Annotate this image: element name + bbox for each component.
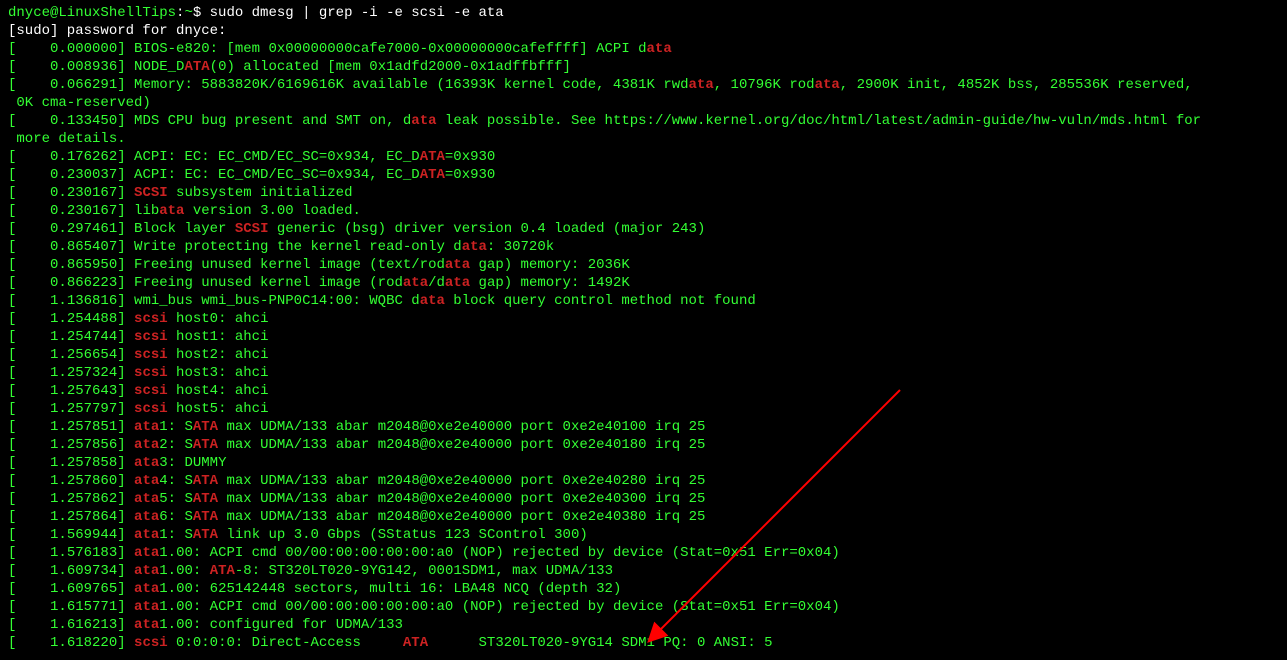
grep-match: SCSI: [134, 185, 168, 201]
grep-match: scsi: [134, 383, 168, 399]
grep-match: ata: [420, 293, 445, 309]
grep-match: scsi: [134, 347, 168, 363]
grep-match: ATA: [403, 635, 428, 651]
output-line: [ 1.576183] ata1.00: ACPI cmd 00/00:00:0…: [8, 544, 1279, 562]
output-line: [ 1.618220] scsi 0:0:0:0: Direct-Access …: [8, 634, 1279, 652]
output-line: [ 0.866223] Freeing unused kernel image …: [8, 274, 1279, 292]
output-line: [ 0.230037] ACPI: EC: EC_CMD/EC_SC=0x934…: [8, 166, 1279, 184]
grep-match: scsi: [134, 635, 168, 651]
output-line: [ 1.136816] wmi_bus wmi_bus-PNP0C14:00: …: [8, 292, 1279, 310]
output-line: [ 1.257862] ata5: SATA max UDMA/133 abar…: [8, 490, 1279, 508]
output-line: [ 1.254744] scsi host1: ahci: [8, 328, 1279, 346]
prompt-line: dnyce@LinuxShellTips:~$ sudo dmesg | gre…: [8, 4, 1279, 22]
grep-match: ata: [403, 275, 428, 291]
output-line: [ 1.257797] scsi host5: ahci: [8, 400, 1279, 418]
output-line: [ 1.257860] ata4: SATA max UDMA/133 abar…: [8, 472, 1279, 490]
grep-match: ata: [445, 257, 470, 273]
output-line: [ 0.230167] SCSI subsystem initialized: [8, 184, 1279, 202]
grep-match: ATA: [193, 509, 218, 525]
grep-match: ata: [134, 599, 159, 615]
grep-match: SCSI: [235, 221, 269, 237]
output-line: [ 1.256654] scsi host2: ahci: [8, 346, 1279, 364]
grep-match: scsi: [134, 329, 168, 345]
grep-match: ATA: [184, 59, 209, 75]
output-line: [ 0.176262] ACPI: EC: EC_CMD/EC_SC=0x934…: [8, 148, 1279, 166]
grep-match: ata: [462, 239, 487, 255]
grep-match: ata: [134, 617, 159, 633]
output-line: [ 0.066291] Memory: 5883820K/6169616K av…: [8, 76, 1279, 94]
grep-match: ATA: [193, 473, 218, 489]
grep-match: ata: [134, 581, 159, 597]
grep-match: scsi: [134, 311, 168, 327]
grep-match: ATA: [193, 491, 218, 507]
grep-match: ata: [134, 473, 159, 489]
output-line: [ 1.569944] ata1: SATA link up 3.0 Gbps …: [8, 526, 1279, 544]
output-line: [ 1.257856] ata2: SATA max UDMA/133 abar…: [8, 436, 1279, 454]
grep-match: ata: [134, 455, 159, 471]
grep-match: ata: [134, 545, 159, 561]
grep-match: ata: [134, 419, 159, 435]
grep-match: ATA: [193, 437, 218, 453]
terminal-output[interactable]: dnyce@LinuxShellTips:~$ sudo dmesg | gre…: [8, 4, 1279, 652]
output-line: [ 1.609765] ata1.00: 625142448 sectors, …: [8, 580, 1279, 598]
output-line: [ 0.000000] BIOS-e820: [mem 0x00000000ca…: [8, 40, 1279, 58]
output-line: [ 0.133450] MDS CPU bug present and SMT …: [8, 112, 1279, 130]
output-line: [ 0.008936] NODE_DATA(0) allocated [mem …: [8, 58, 1279, 76]
output-line: 0K cma-reserved): [8, 94, 1279, 112]
grep-match: ata: [689, 77, 714, 93]
output-line: [ 0.865950] Freeing unused kernel image …: [8, 256, 1279, 274]
output-line: [ 1.257324] scsi host3: ahci: [8, 364, 1279, 382]
grep-match: ATA: [210, 563, 235, 579]
grep-match: ata: [159, 203, 184, 219]
output-line: [ 1.257864] ata6: SATA max UDMA/133 abar…: [8, 508, 1279, 526]
grep-match: ata: [134, 491, 159, 507]
output-line: [ 1.254488] scsi host0: ahci: [8, 310, 1279, 328]
sudo-prompt: [sudo] password for dnyce:: [8, 22, 1279, 40]
output-line: [ 0.865407] Write protecting the kernel …: [8, 238, 1279, 256]
grep-match: ata: [134, 437, 159, 453]
grep-match: ata: [134, 509, 159, 525]
grep-match: ata: [445, 275, 470, 291]
output-line: [ 1.257643] scsi host4: ahci: [8, 382, 1279, 400]
output-line: [ 0.230167] libata version 3.00 loaded.: [8, 202, 1279, 220]
grep-match: ATA: [420, 149, 445, 165]
prompt-user: dnyce@LinuxShellTips: [8, 5, 176, 21]
grep-match: ATA: [193, 527, 218, 543]
command-text: sudo dmesg | grep -i -e scsi -e ata: [201, 5, 503, 21]
output-line: [ 1.257851] ata1: SATA max UDMA/133 abar…: [8, 418, 1279, 436]
grep-match: ata: [134, 563, 159, 579]
grep-match: ata: [134, 527, 159, 543]
grep-match: ata: [411, 113, 436, 129]
output-line: more details.: [8, 130, 1279, 148]
output-line: [ 1.616213] ata1.00: configured for UDMA…: [8, 616, 1279, 634]
grep-match: ata: [815, 77, 840, 93]
grep-match: ATA: [420, 167, 445, 183]
output-line: [ 1.609734] ata1.00: ATA-8: ST320LT020-9…: [8, 562, 1279, 580]
grep-match: scsi: [134, 365, 168, 381]
output-line: [ 1.257858] ata3: DUMMY: [8, 454, 1279, 472]
grep-match: scsi: [134, 401, 168, 417]
grep-match: ATA: [193, 419, 218, 435]
grep-match: ata: [647, 41, 672, 57]
output-line: [ 1.615771] ata1.00: ACPI cmd 00/00:00:0…: [8, 598, 1279, 616]
output-line: [ 0.297461] Block layer SCSI generic (bs…: [8, 220, 1279, 238]
